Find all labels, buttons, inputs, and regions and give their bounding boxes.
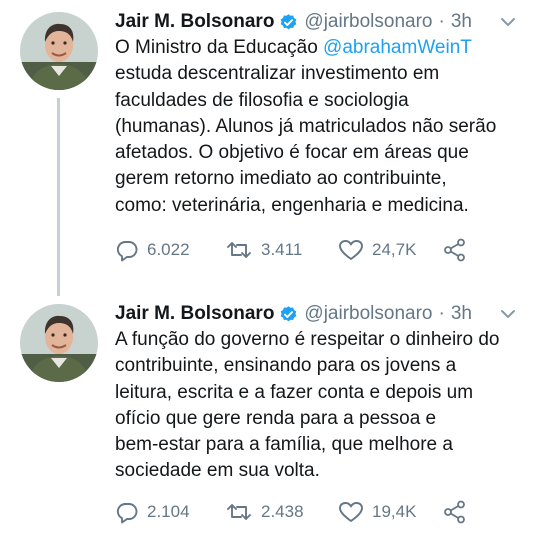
- retweet-count: 3.411: [261, 240, 303, 259]
- author-name[interactable]: Jair M. Bolsonaro: [115, 303, 274, 325]
- avatar[interactable]: [20, 304, 98, 382]
- tweet-actions: 6.022 3.411 24,7K: [115, 235, 468, 265]
- timestamp[interactable]: 3h: [451, 11, 472, 33]
- avatar[interactable]: [20, 12, 98, 90]
- chevron-down-icon[interactable]: [498, 304, 518, 324]
- tweet[interactable]: Jair M. Bolsonaro @jairbolsonaro · 3h A …: [0, 292, 540, 542]
- tweet-text-end: estuda descentralizar investimento em fa…: [115, 63, 497, 216]
- share-icon: [442, 237, 468, 263]
- reply-count: 2.104: [147, 502, 190, 521]
- like-count: 19,4K: [372, 502, 417, 521]
- separator-dot: ·: [438, 303, 445, 324]
- like-count: 24,7K: [372, 240, 417, 259]
- share-button[interactable]: [442, 499, 468, 525]
- reply-button[interactable]: 2.104: [115, 500, 225, 524]
- heart-icon: [338, 500, 364, 524]
- retweet-icon: [225, 500, 253, 524]
- reply-count: 6.022: [147, 240, 190, 259]
- retweet-count: 2.438: [261, 502, 304, 521]
- separator-dot: ·: [438, 11, 445, 32]
- mention-link[interactable]: @abrahamWeinT: [323, 37, 472, 58]
- share-icon: [442, 499, 468, 525]
- verified-badge-icon: [279, 13, 298, 32]
- like-button[interactable]: 24,7K: [338, 238, 442, 262]
- like-button[interactable]: 19,4K: [338, 500, 442, 524]
- verified-badge-icon: [279, 305, 298, 324]
- reply-button[interactable]: 6.022: [115, 238, 225, 262]
- reply-icon: [115, 500, 139, 524]
- tweet-header: Jair M. Bolsonaro @jairbolsonaro · 3h: [115, 8, 530, 36]
- chevron-down-icon[interactable]: [498, 12, 518, 32]
- tweet-text-start: O Ministro da Educação: [115, 37, 324, 58]
- tweet-header: Jair M. Bolsonaro @jairbolsonaro · 3h: [115, 300, 530, 328]
- retweet-icon: [225, 238, 253, 262]
- share-button[interactable]: [442, 237, 468, 263]
- author-name[interactable]: Jair M. Bolsonaro: [115, 11, 274, 33]
- tweet-actions: 2.104 2.438 19,4K: [115, 497, 468, 527]
- timestamp[interactable]: 3h: [451, 303, 472, 325]
- heart-icon: [338, 238, 364, 262]
- tweet-text: A função do governo é respeitar o dinhei…: [115, 329, 500, 482]
- retweet-button[interactable]: 3.411: [225, 238, 338, 262]
- tweet-thread: Jair M. Bolsonaro @jairbolsonaro · 3h O …: [0, 0, 540, 542]
- author-handle[interactable]: @jairbolsonaro: [304, 11, 432, 33]
- author-handle[interactable]: @jairbolsonaro: [304, 303, 432, 325]
- retweet-button[interactable]: 2.438: [225, 500, 338, 524]
- reply-icon: [115, 238, 139, 262]
- tweet-text: O Ministro da Educação @abrahamWeinT est…: [115, 35, 525, 219]
- tweet[interactable]: Jair M. Bolsonaro @jairbolsonaro · 3h O …: [0, 0, 540, 292]
